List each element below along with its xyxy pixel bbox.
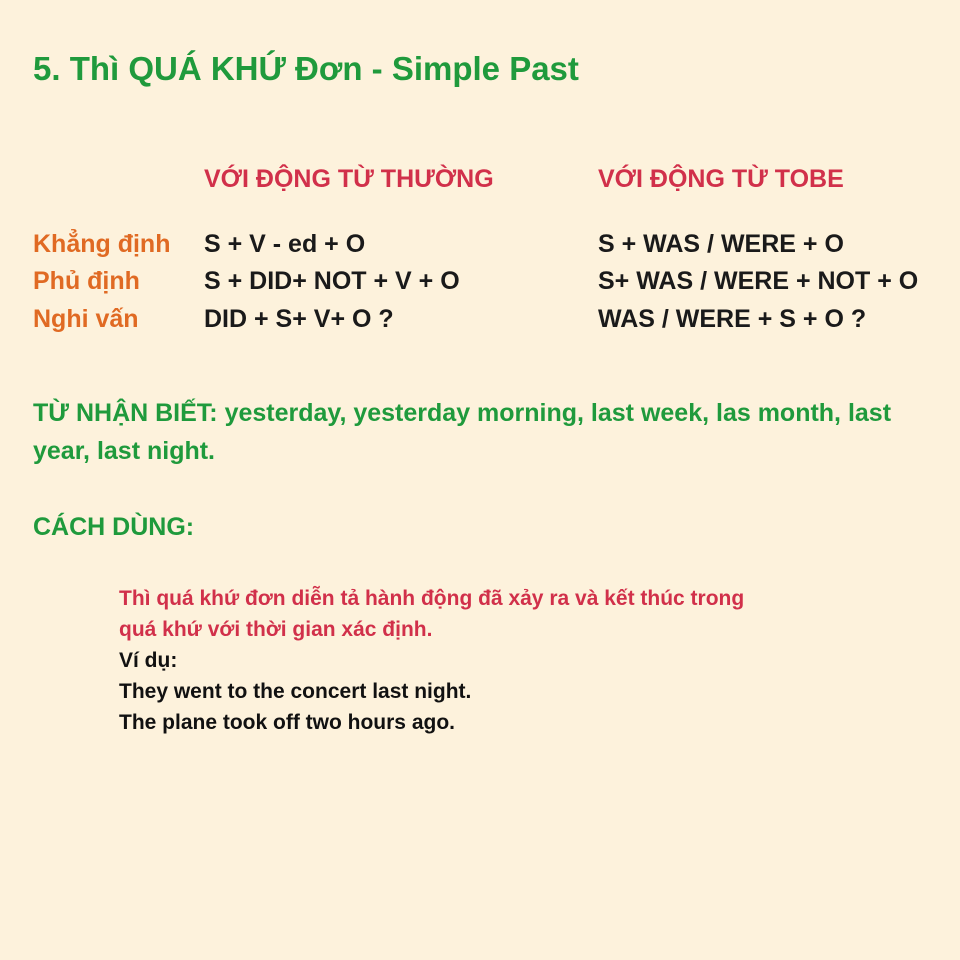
formula-affirmative-tobe: S + WAS / WERE + O [598,230,844,258]
example-label: Ví dụ: [119,649,178,672]
usage-description-line-2: quá khứ với thời gian xác định. [119,618,433,641]
column-header-regular-verbs: VỚI ĐỘNG TỪ THƯỜNG [204,165,494,193]
formula-negative-regular: S + DID+ NOT + V + O [204,267,460,295]
page-title: 5. Thì QUÁ KHỨ Đơn - Simple Past [33,50,579,87]
usage-description-line-1: Thì quá khứ đơn diễn tả hành động đã xảy… [119,587,745,610]
example-sentence-2: The plane took off two hours ago. [119,711,455,734]
row-label-affirmative: Khẳng định [33,230,171,258]
formula-negative-tobe: S+ WAS / WERE + NOT + O [598,267,919,295]
example-sentence-1: They went to the concert last night. [119,680,472,703]
column-header-tobe-verbs: VỚI ĐỘNG TỪ TOBE [598,165,844,193]
usage-block: Thì quá khứ đơn diễn tả hành động đã xảy… [119,583,744,738]
row-label-negative: Phủ định [33,267,140,295]
row-label-interrogative: Nghi vấn [33,305,139,333]
usage-heading: CÁCH DÙNG: [33,513,195,541]
formula-affirmative-regular: S + V - ed + O [204,230,366,258]
signal-words: TỪ NHẬN BIẾT: yesterday, yesterday morni… [33,399,892,465]
formula-interrogative-regular: DID + S+ V+ O ? [204,305,394,333]
formula-interrogative-tobe: WAS / WERE + S + O ? [598,305,867,333]
